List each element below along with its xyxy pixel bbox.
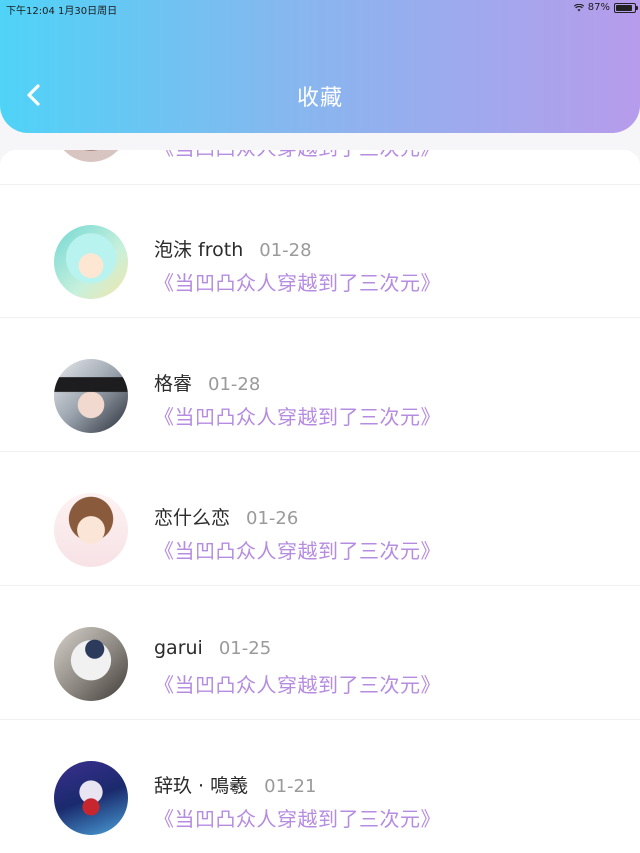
- user-name-text: garui: [154, 637, 203, 659]
- avatar: [54, 225, 128, 299]
- avatar: [54, 627, 128, 701]
- novel-link[interactable]: 《当凹凸众人穿越到了三次元》: [154, 535, 441, 564]
- status-bar: 下午12:04 1月30日周日 87%: [0, 2, 640, 18]
- novel-link[interactable]: 《当凹凸众人穿越到了三次元》: [154, 267, 441, 296]
- status-right: 87%: [573, 2, 638, 13]
- user-name-text: 格睿: [154, 373, 193, 395]
- battery-percent: 87%: [587, 2, 610, 13]
- favorite-date: 01-28: [259, 240, 312, 261]
- battery-icon: [614, 2, 638, 13]
- user-name: 辞玖 · 鳴羲 01-21: [154, 771, 316, 798]
- user-name: 泡沫 froth 01-28: [154, 235, 312, 262]
- favorite-date: 01-28: [208, 374, 261, 395]
- favorite-date: 01-21: [264, 776, 317, 797]
- avatar: [54, 493, 128, 567]
- page-title: 收藏: [296, 86, 343, 111]
- favorite-date: 01-25: [218, 638, 272, 659]
- novel-link[interactable]: 《当凹凸众人穿越到了三次元》: [154, 150, 441, 161]
- list-item[interactable]: 格睿 01-28 《当凹凸众人穿越到了三次元》: [0, 318, 640, 452]
- favorites-list: 《当凹凸众人穿越到了三次元》 泡沫 froth 01-28 《当凹凸众人穿越到了三…: [0, 150, 640, 853]
- favorite-date: 01-26: [246, 508, 299, 529]
- list-item[interactable]: 恋什么恋 01-26 《当凹凸众人穿越到了三次元》: [0, 452, 640, 586]
- list-item[interactable]: garui 01-25 《当凹凸众人穿越到了三次元》: [0, 586, 640, 720]
- user-name: 恋什么恋 01-26: [154, 503, 298, 530]
- list-item[interactable]: 辞玖 · 鳴羲 01-21 《当凹凸众人穿越到了三次元》: [0, 720, 640, 853]
- avatar: [54, 359, 128, 433]
- list-item[interactable]: 泡沫 froth 01-28 《当凹凸众人穿越到了三次元》: [0, 184, 640, 318]
- novel-link[interactable]: 《当凹凸众人穿越到了三次元》: [154, 803, 441, 832]
- list-item-partial[interactable]: 《当凹凸众人穿越到了三次元》: [0, 150, 640, 185]
- avatar: [54, 150, 128, 162]
- status-time-date: 下午12:04 1月30日周日: [6, 6, 118, 17]
- novel-link[interactable]: 《当凹凸众人穿越到了三次元》: [154, 401, 441, 430]
- avatar: [54, 761, 128, 835]
- wifi-icon: [573, 3, 584, 11]
- user-name-text: 辞玖 · 鳴羲: [154, 775, 249, 797]
- user-name-text: 泡沫 froth: [154, 239, 244, 261]
- battery-fill: [616, 4, 632, 11]
- novel-link[interactable]: 《当凹凸众人穿越到了三次元》: [154, 669, 441, 698]
- user-name: garui 01-25: [154, 637, 271, 659]
- user-name: 格睿 01-28: [154, 369, 260, 396]
- user-name-text: 恋什么恋: [154, 507, 231, 529]
- header-bar: 下午12:04 1月30日周日 87% 收藏: [0, 0, 640, 133]
